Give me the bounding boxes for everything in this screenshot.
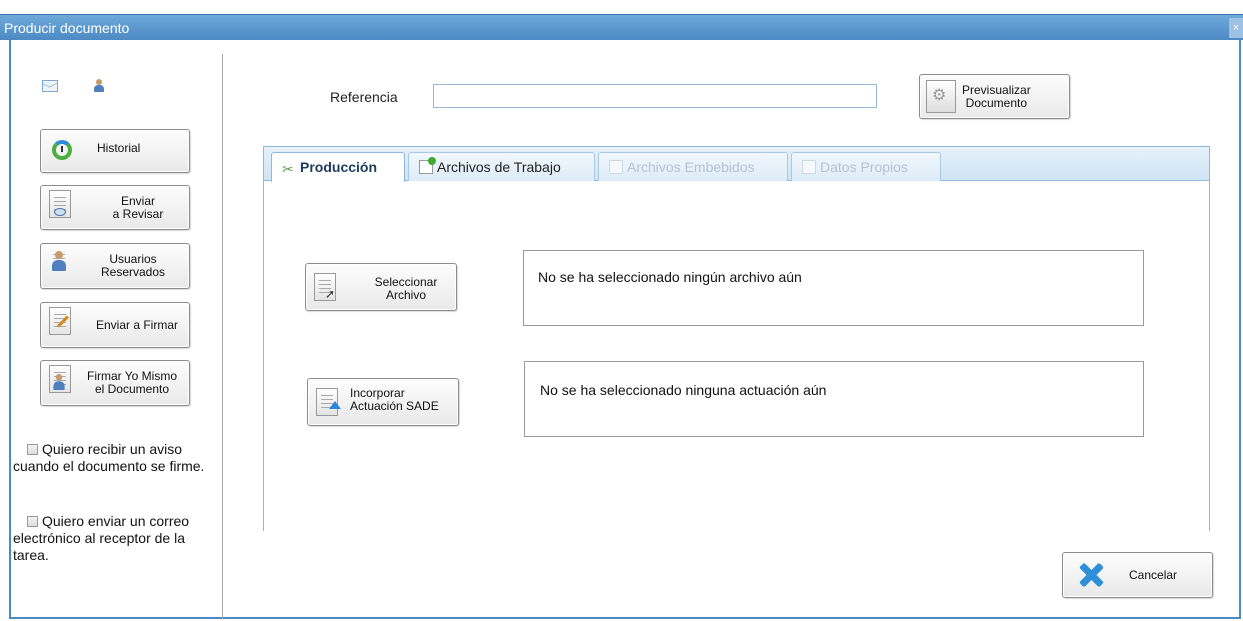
tab-archivos-embebidos-label: Archivos Embebidos	[627, 159, 755, 175]
self-sign-icon	[49, 365, 71, 393]
window-title: Producir documento	[4, 20, 130, 36]
historial-label: Historial	[97, 141, 141, 155]
historial-button[interactable]: Historial	[40, 129, 190, 173]
eye-document-icon	[49, 190, 71, 218]
firmar-yo-mismo-button[interactable]: Firmar Yo Mismo el Documento	[40, 360, 190, 406]
enviar-revisar-button[interactable]: Enviar a Revisar	[40, 185, 190, 230]
notify-signed-option[interactable]: Quiero recibir un aviso cuando el docume…	[13, 441, 209, 475]
actuacion-status-box: No se ha seleccionado ninguna actuación …	[524, 361, 1144, 437]
sign-pen-icon	[49, 307, 71, 335]
notify-signed-label: Quiero recibir un aviso cuando el docume…	[13, 441, 205, 474]
usuarios-reservados-label: Usuarios Reservados	[100, 252, 166, 279]
email-receiver-option[interactable]: Quiero enviar un correo electrónico al r…	[13, 513, 209, 564]
cancel-x-icon	[1077, 561, 1105, 589]
cancelar-label: Cancelar	[1129, 568, 1178, 582]
enviar-revisar-label: Enviar a Revisar	[112, 194, 164, 221]
users-icon	[49, 248, 71, 276]
previsualizar-button[interactable]: PrevisualizarDocumento	[919, 74, 1070, 119]
email-receiver-label: Quiero enviar un correo electrónico al r…	[13, 513, 190, 563]
tab-datos-propios: Datos Propios	[791, 152, 941, 181]
tab-archivos-embebidos: Archivos Embebidos	[598, 152, 788, 181]
firmar-yo-mismo-label: Firmar Yo Mismo el Documento	[86, 369, 178, 396]
incorporar-actuacion-button[interactable]: Incorporar Actuación SADE	[307, 378, 459, 426]
tab-strip: ✂ Producción Archivos de Trabajo Archivos…	[264, 147, 1209, 182]
email-receiver-checkbox[interactable]	[27, 516, 38, 527]
previsualizar-label: Previsualizar Documento	[962, 83, 1031, 110]
tab-produccion-label: Producción	[300, 159, 378, 175]
upload-document-icon	[316, 388, 341, 416]
window-titlebar: Producir documento ×	[0, 14, 1243, 40]
tab-archivos-trabajo-label: Archivos de Trabajo	[437, 159, 561, 175]
file-status-box: No se ha seleccionado ningún archivo aún	[523, 250, 1144, 326]
tab-panel	[263, 146, 1210, 531]
enviar-a-firmar-button[interactable]: Enviar a Firmar	[40, 302, 190, 348]
notify-signed-checkbox[interactable]	[27, 444, 38, 455]
seleccionar-archivo-button[interactable]: SeleccionarArchivo	[305, 263, 457, 311]
seleccionar-archivo-label: Seleccionar Archivo	[374, 275, 438, 302]
tab-datos-propios-label: Datos Propios	[820, 159, 908, 175]
close-icon[interactable]: ×	[1229, 18, 1243, 38]
incorporar-actuacion-label: Incorporar Actuación SADE	[350, 386, 439, 413]
tab-produccion[interactable]: ✂ Producción	[271, 152, 405, 182]
select-file-icon	[314, 273, 336, 301]
mail-icon[interactable]	[42, 80, 58, 92]
referencia-label: Referencia	[330, 89, 398, 105]
preview-gear-icon	[926, 80, 956, 113]
tools-icon: ✂	[282, 162, 294, 178]
add-file-icon	[419, 157, 436, 174]
embedded-file-icon	[609, 160, 623, 174]
user-icon[interactable]	[94, 79, 104, 93]
history-icon	[52, 140, 72, 160]
edit-data-icon	[802, 160, 816, 174]
cancelar-button[interactable]: Cancelar	[1062, 552, 1213, 598]
referencia-input[interactable]	[433, 84, 877, 108]
usuarios-reservados-button[interactable]: Usuarios Reservados	[40, 243, 190, 289]
tab-archivos-trabajo[interactable]: Archivos de Trabajo	[408, 152, 595, 181]
enviar-a-firmar-label: Enviar a Firmar	[95, 318, 178, 332]
